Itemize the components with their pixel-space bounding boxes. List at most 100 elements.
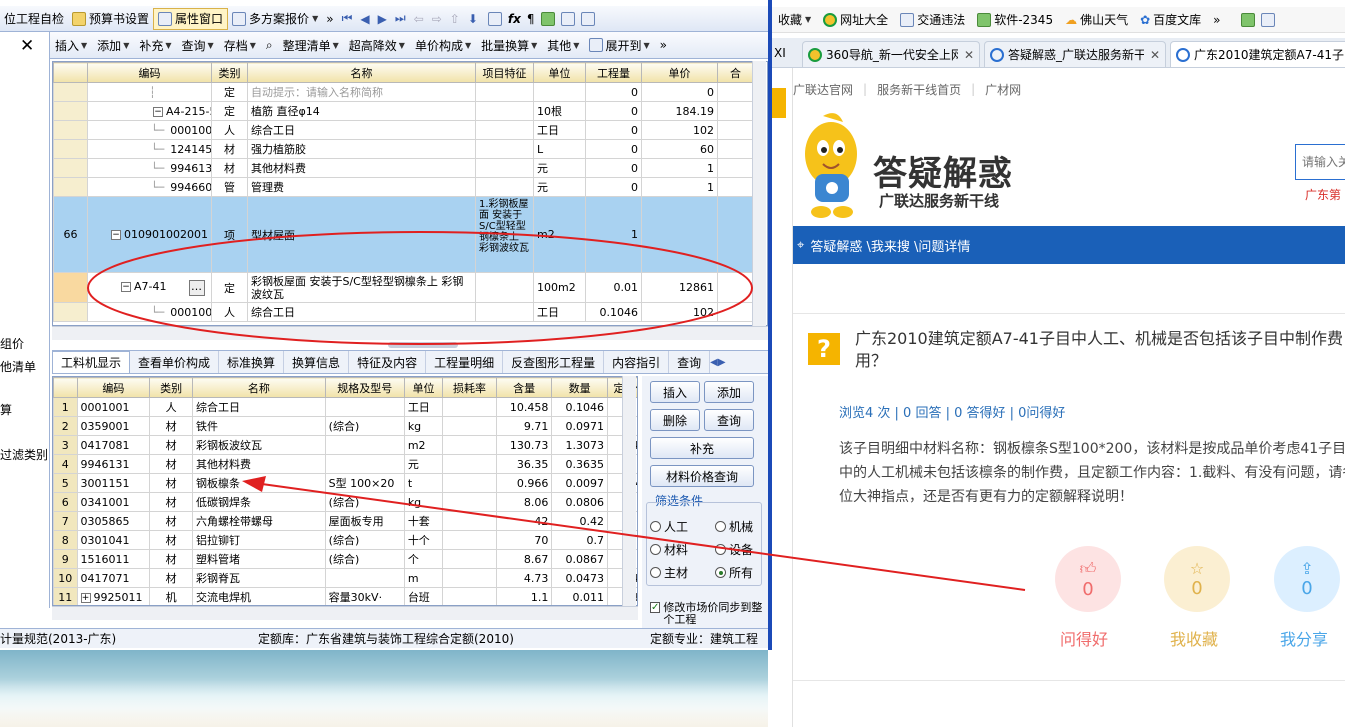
table-row[interactable]: 8 0301041 材 铝拉铆钉 (综合) 十个 70 0.7 1. — [53, 530, 637, 550]
cell-spec[interactable]: 屋面板专用 — [324, 511, 405, 531]
cell-code[interactable]: 9946131 — [76, 454, 151, 474]
header-type[interactable]: 类别 — [211, 62, 248, 83]
cell-name-hint[interactable]: 自动提示：请输入名称简称 — [247, 82, 476, 102]
table-row[interactable]: 7 0305865 材 六角螺栓带螺母 屋面板专用 十套 42 0.42 1. — [53, 511, 637, 531]
insert-button[interactable]: 插入 — [650, 381, 700, 403]
cell-features[interactable]: 1.彩钢板屋面 安装于S/C型轻型钢檩条上 彩钢波纹瓦 — [475, 196, 534, 273]
cell-qty[interactable]: 0.0971 — [551, 416, 608, 436]
cell-unit[interactable]: 工日 — [403, 397, 444, 417]
cell-qty[interactable]: 0.0806 — [551, 492, 608, 512]
nav-link-material[interactable]: 广材网 — [985, 81, 1021, 98]
cell-features[interactable] — [475, 302, 534, 322]
cell-loss[interactable] — [442, 416, 497, 436]
cell-qty[interactable]: 0.42 — [551, 511, 608, 531]
cell-qty[interactable]: 0.0097 — [551, 473, 608, 493]
cell-code[interactable]: 1516011 — [76, 549, 151, 569]
search-input[interactable] — [1295, 144, 1345, 180]
cell-qty[interactable]: 0 — [585, 82, 642, 102]
region-link[interactable]: 广东第 — [1305, 186, 1341, 203]
cell-features[interactable] — [475, 158, 534, 178]
cell-content[interactable]: 36.35 — [495, 454, 553, 474]
cell-spec[interactable] — [324, 397, 405, 417]
cell-spec[interactable]: 容量30kV· — [324, 587, 405, 605]
toolbar-check-button[interactable]: 位工程自检 — [0, 8, 68, 30]
cell-code[interactable]: └─9946605 — [87, 177, 212, 197]
insert-menu[interactable]: 插入 ▼ — [50, 37, 92, 54]
radio-labor[interactable]: 人工 — [650, 518, 688, 535]
cell-type[interactable]: 材 — [211, 139, 248, 159]
cell-name[interactable]: 塑料管堵 — [192, 549, 326, 569]
table-row[interactable]: └─0001001 人 综合工日 工日 0.1046 102 — [53, 302, 754, 322]
batch-convert-menu[interactable]: 批量换算 ▼ — [476, 37, 542, 54]
cell-code[interactable]: 3001151 — [76, 473, 151, 493]
cell-loss[interactable] — [442, 492, 497, 512]
cell-name[interactable]: 综合工日 — [192, 397, 326, 417]
cell-features[interactable] — [475, 101, 534, 121]
cell-loss[interactable] — [442, 549, 497, 569]
breadcrumb[interactable]: 答疑解惑 \我来搜 \问题详情 — [810, 236, 970, 255]
table-row[interactable]: − A4-215-5 定 植筋 直径φ14 10根 0 184.19 — [53, 101, 754, 121]
cell-price[interactable]: 102 — [641, 120, 718, 140]
cell-code[interactable]: −010901002001 — [87, 196, 212, 273]
bookmark-traffic[interactable]: 交通违法 — [894, 11, 971, 28]
cell-code[interactable]: ┆ — [87, 82, 212, 102]
cell-unit[interactable]: 工日 — [533, 302, 586, 322]
table-row[interactable]: 5 3001151 材 钢板檩条 S型 100×20 t 0.966 0.009… — [53, 473, 637, 493]
add-menu[interactable]: 添加 ▼ — [92, 37, 134, 54]
cell-name[interactable]: 型材屋面 — [247, 196, 476, 273]
table-row[interactable]: 9 1516011 材 塑料管堵 (综合) 个 8.67 0.0867 2 — [53, 549, 637, 569]
cell-type[interactable]: 定 — [211, 272, 248, 303]
cell-name[interactable]: 交流电焊机 — [192, 587, 326, 605]
table-row[interactable]: 10 0417071 材 彩钢脊瓦 m 4.73 0.0473 42. — [53, 568, 637, 588]
cell-unit[interactable]: 工日 — [533, 120, 586, 140]
cell-spec[interactable]: (综合) — [324, 416, 405, 436]
material-price-query-button[interactable]: 材料价格查询 — [650, 465, 754, 487]
cell-type[interactable]: 材 — [149, 511, 194, 531]
cell-code[interactable]: └─1241451 — [87, 139, 212, 159]
header-spec[interactable]: 规格及型号 — [324, 377, 405, 398]
cell-qty[interactable]: 0.0473 — [551, 568, 608, 588]
header-name[interactable]: 名称 — [247, 62, 476, 83]
header-code[interactable]: 编码 — [87, 62, 212, 83]
bookmarks-more[interactable]: » — [1207, 13, 1226, 27]
browser-tab-360[interactable]: 360导航_新一代安全上网 ✕ — [802, 41, 980, 67]
cell-name[interactable]: 钢板檩条 — [192, 473, 326, 493]
cell-price[interactable]: 60 — [641, 139, 718, 159]
cell-type[interactable]: 材 — [211, 158, 248, 178]
cell-unit[interactable]: 个 — [403, 549, 444, 569]
cell-type[interactable]: 材 — [149, 416, 194, 436]
tab-query[interactable]: 查询 — [669, 351, 711, 373]
cell-type[interactable]: 材 — [149, 435, 194, 455]
bookmark-url-list[interactable]: 网址大全 — [817, 11, 894, 28]
expand-icon[interactable]: + — [80, 592, 91, 603]
cell-code[interactable]: └─0001001 — [87, 302, 212, 322]
cube-icon[interactable] — [540, 11, 555, 26]
splitter-handle[interactable] — [388, 342, 458, 348]
cell-features[interactable] — [475, 82, 534, 102]
cell-name[interactable]: 六角螺栓带螺母 — [192, 511, 326, 531]
grid-icon[interactable] — [580, 11, 595, 26]
cell-spec[interactable] — [324, 454, 405, 474]
cell-content[interactable]: 130.73 — [495, 435, 553, 455]
cell-unit[interactable]: 元 — [533, 158, 586, 178]
cell-name[interactable]: 其他材料费 — [247, 158, 476, 178]
radio-all[interactable]: 所有 — [715, 564, 753, 581]
cell-type[interactable]: 人 — [211, 302, 248, 322]
cell-unit[interactable]: kg — [403, 492, 444, 512]
cell-name[interactable]: 植筋 直径φ14 — [247, 101, 476, 121]
tab-scroll-icon[interactable]: ◀▶ — [710, 357, 725, 368]
cell-qty[interactable]: 0 — [585, 158, 642, 178]
tab-features[interactable]: 特征及内容 — [349, 351, 427, 373]
unit-price-menu[interactable]: 单价构成 ▼ — [410, 37, 476, 54]
cell-type[interactable]: 机 — [149, 587, 194, 605]
share-label[interactable]: 我分享 — [1280, 626, 1328, 650]
cell-spec[interactable] — [324, 568, 405, 588]
nav-link-glodon[interactable]: 广联达官网 — [793, 81, 853, 98]
toolbar-budget-settings-button[interactable]: 预算书设置 — [68, 8, 153, 30]
radio-main-material[interactable]: 主材 — [650, 564, 688, 581]
header-unit[interactable]: 单位 — [533, 62, 586, 83]
table-row[interactable]: ┆ 定 自动提示：请输入名称简称 0 0 — [53, 82, 754, 102]
ellipsis-button[interactable]: … — [188, 279, 205, 296]
arrow-down-icon[interactable]: ⬇ — [464, 12, 482, 26]
cell-unit[interactable]: 十个 — [403, 530, 444, 550]
